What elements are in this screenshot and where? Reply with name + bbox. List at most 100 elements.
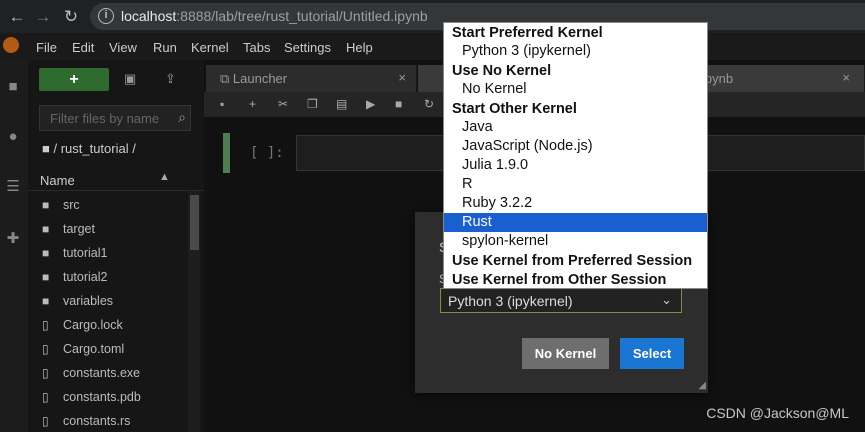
- column-name[interactable]: Name: [40, 173, 75, 188]
- dropdown-option-label: No Kernel: [462, 81, 527, 97]
- menu-tabs[interactable]: Tabs: [243, 40, 270, 55]
- folder-icon: ■: [42, 270, 50, 284]
- back-arrow-icon[interactable]: ←: [6, 6, 28, 28]
- dropdown-group-label: Start Other Kernel: [452, 101, 577, 117]
- url-path: :8888/lab/tree/rust_tutorial/Untitled.ip…: [176, 8, 428, 24]
- watermark: CSDN @Jackson@ML: [706, 405, 849, 421]
- restart-icon[interactable]: ↻: [424, 97, 434, 111]
- upload-icon[interactable]: ⇪: [165, 71, 176, 87]
- file-row[interactable]: ▯ constants.exe: [28, 361, 188, 385]
- dropdown-option-label: Rust: [462, 214, 492, 230]
- dropdown-option[interactable]: Rust: [444, 213, 707, 232]
- folder-icon: ■: [42, 294, 50, 308]
- dropdown-option[interactable]: Java: [444, 118, 707, 137]
- copy-icon[interactable]: ❐: [307, 97, 318, 111]
- dropdown-group-label: Use Kernel from Preferred Session: [452, 253, 693, 269]
- tab-launcher[interactable]: ⧉ Launcher ×: [206, 65, 417, 92]
- breadcrumb-folder-icon: ■: [42, 141, 54, 156]
- kernel-select[interactable]: Python 3 (ipykernel) ⌄: [440, 288, 682, 313]
- file-name: constants.rs: [63, 414, 131, 428]
- dropdown-option[interactable]: Python 3 (ipykernel): [444, 42, 707, 61]
- dropdown-option-label: R: [462, 176, 473, 192]
- file-name: src: [63, 198, 80, 212]
- breadcrumb[interactable]: ■ / rust_tutorial /: [42, 141, 136, 156]
- file-name: tutorial1: [63, 246, 108, 260]
- menu-settings[interactable]: Settings: [284, 40, 331, 55]
- folder-icon[interactable]: ■: [4, 78, 22, 96]
- url-host: localhost: [121, 8, 177, 24]
- save-icon[interactable]: ▪: [220, 97, 224, 111]
- file-name: target: [63, 222, 95, 236]
- folder-row[interactable]: ■ tutorial2: [28, 265, 188, 289]
- file-row[interactable]: ▯ constants.pdb: [28, 385, 188, 409]
- file-name: Cargo.toml: [63, 342, 125, 356]
- file-list-scrollbar[interactable]: [188, 191, 200, 432]
- dropdown-option[interactable]: JavaScript (Node.js): [444, 137, 707, 156]
- paste-icon[interactable]: ▤: [336, 97, 347, 111]
- file-icon: ▯: [42, 318, 49, 332]
- file-icon: ▯: [42, 366, 49, 380]
- browser-toolbar: ← → ↻ i localhost:8888/lab/tree/rust_tut…: [0, 0, 865, 33]
- new-launcher-button[interactable]: +: [39, 68, 109, 91]
- menu-file[interactable]: File: [36, 40, 57, 55]
- dropdown-group-label: Use Kernel from Other Session: [452, 272, 667, 288]
- dropdown-option[interactable]: Ruby 3.2.2: [444, 194, 707, 213]
- file-icon: ▯: [42, 390, 49, 404]
- folder-row[interactable]: ■ target: [28, 217, 188, 241]
- menu-view[interactable]: View: [109, 40, 137, 55]
- dropdown-option-label: Julia 1.9.0: [462, 157, 529, 173]
- scrollbar-thumb[interactable]: [190, 195, 199, 250]
- menu-help[interactable]: Help: [346, 40, 373, 55]
- active-cell-indicator: [223, 133, 230, 173]
- jupyter-logo-icon: [3, 37, 19, 53]
- file-name: variables: [63, 294, 114, 308]
- filter-input[interactable]: Filter files by name ⌕: [39, 105, 191, 131]
- dropdown-option-label: Java: [462, 119, 493, 135]
- site-info-icon[interactable]: i: [98, 8, 114, 24]
- close-icon[interactable]: ×: [398, 70, 406, 85]
- new-folder-icon[interactable]: ▣: [124, 71, 136, 87]
- select-button[interactable]: Select: [620, 338, 684, 369]
- folder-row[interactable]: ■ src: [28, 193, 188, 217]
- dropdown-option[interactable]: No Kernel: [444, 80, 707, 99]
- folder-icon: ■: [42, 222, 50, 236]
- search-icon: ⌕: [178, 109, 186, 125]
- kernel-select-value: Python 3 (ipykernel): [448, 293, 573, 309]
- menu-run[interactable]: Run: [153, 40, 177, 55]
- menu-edit[interactable]: Edit: [72, 40, 94, 55]
- running-icon[interactable]: ●: [4, 128, 22, 146]
- file-row[interactable]: ▯ Cargo.toml: [28, 337, 188, 361]
- menu-kernel[interactable]: Kernel: [191, 40, 229, 55]
- dropdown-option[interactable]: spylon-kernel: [444, 232, 707, 251]
- dropdown-group-label: Start Preferred Kernel: [452, 25, 603, 41]
- folder-row[interactable]: ■ variables: [28, 289, 188, 313]
- toc-icon[interactable]: ☰: [4, 178, 22, 196]
- filter-placeholder: Filter files by name: [50, 111, 160, 126]
- cut-icon[interactable]: ✂: [278, 97, 288, 111]
- folder-row[interactable]: ■ tutorial1: [28, 241, 188, 265]
- extension-icon[interactable]: ✚: [4, 230, 22, 248]
- forward-arrow-icon[interactable]: →: [32, 6, 54, 28]
- close-icon[interactable]: ×: [842, 70, 850, 85]
- folder-icon: ■: [42, 246, 50, 260]
- file-name: constants.exe: [63, 366, 141, 380]
- add-cell-icon[interactable]: +: [249, 97, 256, 111]
- stop-icon[interactable]: ■: [395, 97, 402, 111]
- dropdown-group-label: Use No Kernel: [452, 63, 552, 79]
- no-kernel-button[interactable]: No Kernel: [522, 338, 609, 369]
- dropdown-option[interactable]: Julia 1.9.0: [444, 156, 707, 175]
- kernel-dropdown-list: Start Preferred Kernel Python 3 (ipykerne…: [443, 22, 708, 289]
- url-text: localhost:8888/lab/tree/rust_tutorial/Un…: [121, 8, 428, 24]
- file-icon: ▯: [42, 342, 49, 356]
- file-row[interactable]: ▯ Cargo.lock: [28, 313, 188, 337]
- file-name: constants.pdb: [63, 390, 141, 404]
- file-list-header[interactable]: Name ▲: [28, 169, 204, 191]
- resize-handle-icon[interactable]: ◢: [698, 380, 706, 391]
- dropdown-option[interactable]: R: [444, 175, 707, 194]
- sort-arrow-icon: ▲: [159, 171, 170, 183]
- jupyterlab-menubar: File Edit View Run Kernel Tabs Settings …: [0, 33, 865, 60]
- file-row[interactable]: ▯ constants.rs: [28, 409, 188, 432]
- reload-icon[interactable]: ↻: [60, 6, 82, 28]
- run-icon[interactable]: ▶: [366, 97, 375, 111]
- file-name: tutorial2: [63, 270, 108, 284]
